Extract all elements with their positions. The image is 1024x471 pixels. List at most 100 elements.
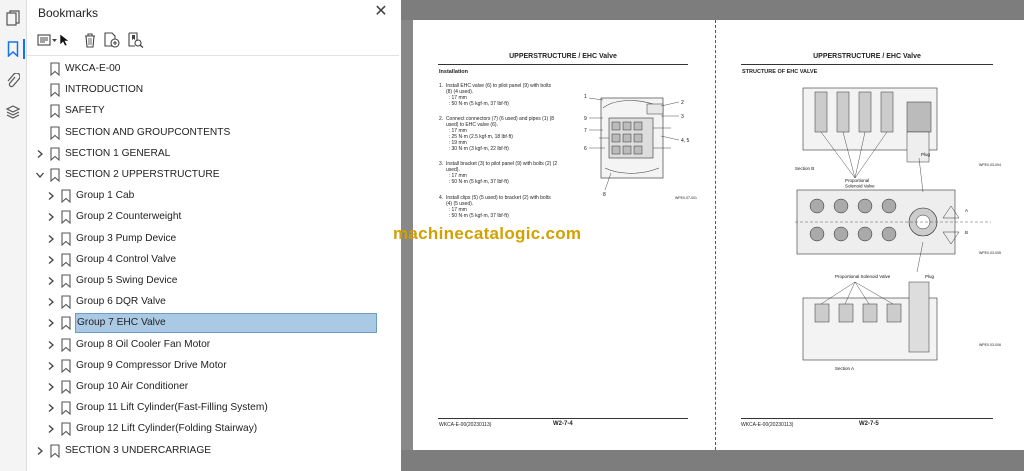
bookmark-row[interactable]: Group 4 Control Valve — [27, 250, 387, 270]
bookmark-row[interactable]: Group 5 Swing Device — [27, 271, 387, 291]
bookmark-icon — [61, 316, 71, 331]
bookmark-label: Group 7 EHC Valve — [75, 313, 377, 334]
bookmark-row[interactable]: Group 1 Cab — [27, 186, 387, 206]
footer-code: WKCA-E-00(20230113) — [439, 422, 492, 428]
bookmark-row[interactable]: Group 9 Compressor Drive Motor — [27, 356, 387, 376]
bookmark-icon — [50, 83, 60, 98]
callout-6: 6 — [584, 146, 587, 152]
bookmark-row[interactable]: Group 12 Lift Cylinder(Folding Stairway) — [27, 419, 387, 439]
section-heading: STRUCTURE OF EHC VALVE — [742, 69, 818, 75]
label-b: B — [965, 230, 968, 235]
bookmark-row[interactable]: Group 2 Counterweight — [27, 207, 387, 227]
callout-1: 1 — [584, 94, 587, 100]
callout-7: 7 — [584, 128, 587, 134]
document-bottom-margin — [401, 450, 1024, 471]
ehc-valve-structure-figure: Section B Proportional Solenoid Valve Plu… — [795, 87, 991, 371]
add-bookmark-button[interactable] — [103, 29, 121, 51]
figure-code-2: WPE0-03-005 — [979, 251, 1001, 255]
section-heading: Installation — [439, 69, 469, 75]
chevron-down-icon[interactable] — [35, 170, 45, 180]
bookmark-label: Group 2 Counterweight — [76, 211, 182, 223]
chevron-right-icon[interactable] — [46, 297, 56, 307]
layers-icon[interactable] — [3, 102, 23, 122]
step-3: 3. Install bracket (3) to pilot panel (9… — [439, 161, 558, 185]
bookmark-row[interactable]: Group 6 DQR Valve — [27, 292, 387, 312]
chevron-right-icon[interactable] — [46, 340, 56, 350]
bookmark-label: Group 5 Swing Device — [76, 275, 178, 286]
bookmark-row[interactable]: SECTION 1 GENERAL — [27, 144, 387, 164]
chevron-right-icon[interactable] — [46, 318, 56, 328]
chevron-right-icon[interactable] — [46, 382, 56, 392]
delete-bookmark-button[interactable] — [83, 29, 97, 51]
bookmark-row[interactable]: Group 11 Lift Cylinder(Fast-Filling Syst… — [27, 398, 387, 418]
bookmarks-icon[interactable] — [3, 39, 25, 59]
footer-rule — [741, 418, 993, 419]
header-rule — [438, 64, 688, 65]
label-section-a: Section A — [835, 366, 854, 371]
bookmark-icon — [61, 210, 71, 225]
bookmark-label: SECTION 1 GENERAL — [65, 147, 171, 159]
bookmark-row[interactable]: SECTION AND GROUPCONTENTS — [27, 123, 387, 143]
bookmark-icon — [61, 422, 71, 437]
bookmark-label: SECTION 3 UNDERCARRIAGE — [65, 444, 212, 456]
chevron-right-icon[interactable] — [46, 361, 56, 371]
bookmark-tree: WKCA-E-00 INTRODUCTION SAFETY SECTION AND G… — [27, 59, 387, 471]
bookmark-icon — [50, 104, 60, 119]
chevron-right-icon[interactable] — [35, 149, 45, 159]
bookmark-icon — [50, 147, 60, 161]
bookmark-label: WKCA-E-00 — [65, 63, 121, 74]
chevron-right-icon[interactable] — [46, 255, 56, 265]
step-1: 1. Install EHC valve (6) to pilot panel … — [439, 83, 551, 107]
toolbar-divider — [27, 55, 399, 56]
bookmark-icon — [50, 126, 60, 140]
bookmark-row[interactable]: SAFETY — [27, 101, 387, 121]
chevron-right-icon[interactable] — [46, 212, 56, 222]
bookmark-label: Group 9 Compressor Drive Motor — [76, 359, 227, 371]
callout-9: 9 — [584, 116, 587, 122]
pages-icon[interactable] — [3, 8, 23, 28]
bookmark-label: Group 1 Cab — [76, 190, 135, 202]
sidebar-toolstrip — [0, 0, 27, 471]
label-proportional-solenoid-valve-top: Proportional Solenoid Valve — [845, 178, 875, 189]
label-plug-top: Plug — [921, 152, 931, 157]
bookmark-row[interactable]: Group 8 Oil Cooler Fan Motor — [27, 335, 387, 355]
options-dropdown-button[interactable] — [37, 29, 59, 51]
bookmark-row[interactable]: Group 7 EHC Valve — [27, 313, 387, 334]
bookmarks-panel: Bookmarks ✕ WKCA-E-00 INTRODUCTION SAFETY S… — [27, 0, 421, 471]
bookmark-label: Group 11 Lift Cylinder(Fast-Filling Syst… — [76, 402, 268, 414]
bookmark-icon — [50, 444, 60, 458]
bookmark-row[interactable]: WKCA-E-00 — [27, 59, 387, 79]
label-section-b: Section B — [795, 166, 814, 171]
chevron-right-icon[interactable] — [35, 446, 45, 456]
watermark-text: machinecatalogic.com — [393, 224, 582, 243]
callout-4-5: 4, 5 — [681, 138, 690, 144]
document-top-margin — [401, 0, 1024, 20]
figure-code-1: WPE0-03-004 — [979, 163, 1001, 167]
chevron-right-icon[interactable] — [46, 403, 56, 413]
bookmark-row[interactable]: Group 10 Air Conditioner — [27, 377, 387, 397]
callout-3: 3 — [681, 114, 684, 120]
bookmark-label: Group 8 Oil Cooler Fan Motor — [76, 338, 211, 350]
bookmark-row[interactable]: Group 3 Pump Device — [27, 229, 387, 249]
figure-code: WPE0-07-001 — [675, 196, 697, 200]
bookmark-label: Group 12 Lift Cylinder(Folding Stairway) — [76, 423, 258, 435]
search-bookmark-button[interactable] — [127, 29, 145, 51]
bookmark-row[interactable]: SECTION 2 UPPERSTRUCTURE — [27, 165, 387, 185]
chevron-right-icon[interactable] — [46, 276, 56, 286]
page-title: UPPERSTRUCTURE / EHC Valve — [813, 53, 921, 60]
panel-title: Bookmarks — [38, 6, 99, 20]
label-plug-bottom: Plug — [925, 274, 935, 279]
bookmark-label: SAFETY — [65, 105, 105, 117]
attachments-icon[interactable] — [3, 71, 23, 91]
page-number: W2-7-4 — [553, 421, 573, 427]
bookmark-row[interactable]: INTRODUCTION — [27, 80, 387, 100]
callout-8: 8 — [603, 192, 606, 198]
bookmark-label: Group 4 Control Valve — [76, 253, 177, 265]
close-panel-button[interactable]: ✕ — [372, 3, 390, 21]
chevron-right-icon[interactable] — [46, 424, 56, 434]
bookmark-row[interactable]: SECTION 3 UNDERCARRIAGE — [27, 441, 387, 461]
figure-code-3: WPE0-03-006 — [979, 343, 1001, 347]
chevron-right-icon[interactable] — [46, 191, 56, 201]
chevron-right-icon[interactable] — [46, 234, 56, 244]
cursor-icon — [59, 29, 69, 51]
